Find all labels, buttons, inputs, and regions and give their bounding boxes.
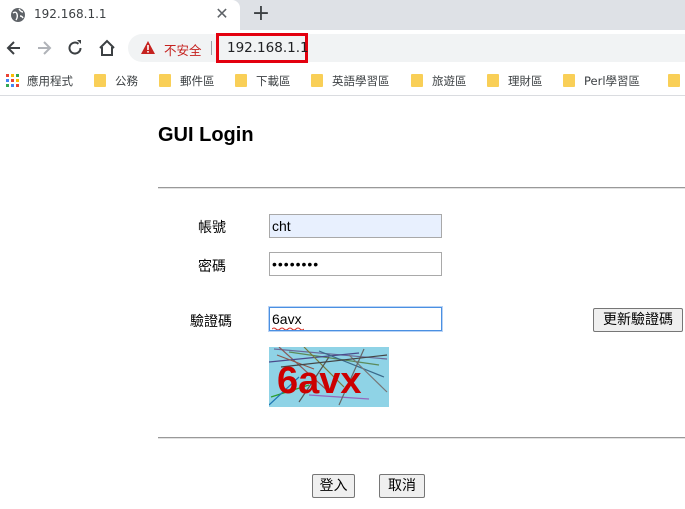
browser-toolbar: 不安全 192.168.1.1 [0,30,685,66]
password-label: 密碼 [198,259,226,275]
captcha-value: 6avx [272,311,302,327]
tab-title: 192.168.1.1 [34,7,107,21]
bookmark-label: 公務 [115,74,138,88]
back-arrow-icon[interactable] [4,38,24,58]
omnibox-divider [211,41,212,55]
divider [158,437,685,439]
spellcheck-underline [272,327,304,330]
bookmark-label: 旅遊區 [432,74,467,88]
folder-icon [411,74,423,87]
address-bar[interactable]: 不安全 192.168.1.1 [128,33,685,63]
forward-arrow-icon[interactable] [34,38,54,58]
password-input[interactable]: •••••••• [269,252,442,276]
captcha-label: 驗證碼 [190,314,232,330]
bookmark-label: 理財區 [508,74,543,88]
tab-strip: 192.168.1.1 ✕ + [0,0,685,30]
globe-icon [10,7,26,23]
security-status[interactable]: 不安全 [164,40,202,59]
folder-icon [235,74,247,87]
close-icon[interactable]: ✕ [213,5,231,23]
folder-icon [668,74,680,87]
folder-icon [563,74,575,87]
apps-grid-icon [6,74,19,87]
divider [158,187,685,189]
page-title: GUI Login [158,124,254,146]
cancel-button[interactable]: 取消 [379,474,425,498]
browser-tab[interactable]: 192.168.1.1 ✕ [0,0,240,30]
warning-icon[interactable] [140,40,156,56]
captcha-image-text: 6avx [277,360,362,402]
captcha-input[interactable]: 6avx [269,307,442,331]
login-button[interactable]: 登入 [312,474,355,498]
password-value: •••••••• [272,256,320,272]
bookmark-label: 英語學習區 [332,74,390,88]
folder-icon [94,74,106,87]
reload-icon[interactable] [65,38,85,58]
account-input[interactable]: cht [269,214,442,238]
bookmarks-bar: 應用程式 公務 郵件區 下載區 英語學習區 旅遊區 理財區 Perl學習區 [0,66,685,96]
account-value: cht [272,218,291,234]
url-highlight-box: 192.168.1.1 [216,33,309,63]
bookmark-label: 應用程式 [27,74,73,88]
folder-icon [159,74,171,87]
folder-icon [487,74,499,87]
home-icon[interactable] [97,38,117,58]
url-text[interactable]: 192.168.1.1 [227,40,309,56]
bookmark-label: Perl學習區 [584,74,641,88]
bookmark-label: 下載區 [256,74,291,88]
folder-icon [311,74,323,87]
refresh-captcha-button[interactable]: 更新驗證碼 [593,308,683,332]
new-tab-icon[interactable]: + [250,3,272,25]
account-label: 帳號 [198,220,226,236]
bookmark-label: 郵件區 [180,74,215,88]
captcha-image: 6avx [269,347,389,407]
